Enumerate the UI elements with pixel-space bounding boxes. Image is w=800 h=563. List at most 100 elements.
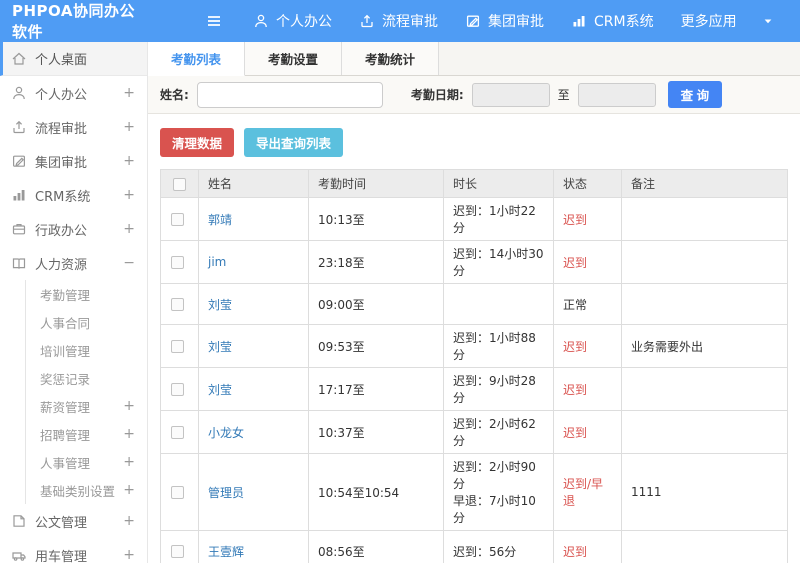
clean-data-button[interactable]: 清理数据	[160, 128, 235, 157]
sidebar-item-crm-system[interactable]: CRM系统 +	[0, 178, 147, 212]
row-checkbox[interactable]	[171, 426, 184, 439]
name-input[interactable]	[196, 81, 383, 108]
row-checkbox[interactable]	[171, 383, 184, 396]
sidebar-item-document-mgmt[interactable]: 公文管理 +	[0, 504, 147, 538]
date-to-input[interactable]	[577, 82, 656, 107]
expand-icon[interactable]: +	[123, 119, 135, 135]
edit-icon	[11, 153, 27, 169]
employee-name-link[interactable]: 王壹辉	[208, 545, 244, 559]
status-badge: 迟到	[563, 425, 588, 440]
table-row: 小龙女 10:37至 迟到：2小时62分 迟到	[160, 410, 788, 454]
employee-name-link[interactable]: 管理员	[208, 486, 244, 500]
filter-bar: 姓名: 考勤日期: 至 查 询	[148, 76, 800, 114]
flow-icon	[11, 119, 27, 135]
collapse-icon[interactable]: −	[123, 255, 135, 271]
date-from-input[interactable]	[471, 82, 550, 107]
expand-icon[interactable]: +	[123, 153, 135, 169]
employee-name-link[interactable]: 小龙女	[208, 426, 244, 440]
row-checkbox[interactable]	[171, 298, 184, 311]
header-duration: 时长	[443, 169, 554, 198]
sidebar-item-attendance-mgmt[interactable]: 考勤管理	[26, 280, 147, 308]
duration-cell: 迟到：1小时88分	[443, 324, 554, 368]
header-time: 考勤时间	[308, 169, 444, 198]
sidebar-item-reward-punish[interactable]: 奖惩记录	[26, 364, 147, 392]
table-row: jim 23:18至 迟到：14小时30分 迟到	[160, 240, 788, 284]
user-icon	[253, 13, 269, 29]
sidebar-item-salary-mgmt[interactable]: 薪资管理 +	[26, 392, 147, 420]
home-icon	[11, 51, 27, 67]
sidebar-item-workflow-approval[interactable]: 流程审批 +	[0, 110, 147, 144]
sidebar-item-group-approval[interactable]: 集团审批 +	[0, 144, 147, 178]
tab-attendance-stats[interactable]: 考勤统计	[342, 42, 440, 75]
tab-attendance-settings[interactable]: 考勤设置	[245, 42, 343, 75]
nav-more-apps[interactable]: 更多应用	[681, 11, 774, 31]
tab-attendance-list[interactable]: 考勤列表	[148, 42, 246, 76]
sidebar-item-personnel-mgmt[interactable]: 人事管理 +	[26, 448, 147, 476]
sidebar-item-base-category-settings[interactable]: 基础类别设置 +	[26, 476, 147, 504]
export-list-button[interactable]: 导出查询列表	[244, 128, 344, 157]
expand-icon[interactable]: +	[123, 85, 135, 101]
table-row: 郭靖 10:13至 迟到：1小时22分 迟到	[160, 197, 788, 241]
employee-name-link[interactable]: jim	[208, 255, 226, 269]
select-all-checkbox[interactable]	[173, 177, 186, 191]
sidebar-item-personal-office[interactable]: 个人办公 +	[0, 76, 147, 110]
employee-name-link[interactable]: 刘莹	[208, 383, 232, 397]
attendance-table: 姓名 考勤时间 时长 状态 备注 郭靖 10:13至 迟到：1小时22分 迟到	[160, 169, 788, 563]
expand-icon[interactable]: +	[123, 426, 135, 442]
duration-cell: 迟到：2小时90分 早退：7小时10分	[443, 453, 554, 531]
table-row: 刘莹 17:17至 迟到：9小时28分 迟到	[160, 367, 788, 411]
document-icon	[11, 513, 27, 529]
note-cell	[621, 410, 788, 454]
row-checkbox[interactable]	[171, 256, 184, 269]
sidebar-item-personal-desktop[interactable]: 个人桌面	[0, 42, 147, 76]
duration-cell: 迟到：2小时62分	[443, 410, 554, 454]
employee-name-link[interactable]: 郭靖	[208, 213, 232, 227]
nav-crm-system[interactable]: CRM系统	[571, 11, 654, 31]
table-row: 王壹辉 08:56至 迟到：56分 迟到	[160, 530, 788, 563]
sidebar-item-admin-office[interactable]: 行政办公 +	[0, 212, 147, 246]
status-badge: 迟到	[563, 382, 588, 397]
expand-icon[interactable]: +	[123, 547, 135, 563]
note-cell: 业务需要外出	[621, 324, 788, 368]
sidebar-item-hr-contract[interactable]: 人事合同	[26, 308, 147, 336]
search-button[interactable]: 查 询	[667, 81, 723, 108]
expand-icon[interactable]: +	[123, 513, 135, 529]
sidebar-item-training-mgmt[interactable]: 培训管理	[26, 336, 147, 364]
sidebar-item-vehicle-mgmt[interactable]: 用车管理 +	[0, 538, 147, 563]
duration-cell: 迟到：1小时22分	[443, 197, 554, 241]
expand-icon[interactable]: +	[123, 454, 135, 470]
row-checkbox[interactable]	[171, 213, 184, 226]
status-badge: 正常	[563, 297, 588, 312]
expand-icon[interactable]: +	[123, 187, 135, 203]
row-checkbox[interactable]	[171, 340, 184, 353]
bar-chart-icon	[11, 187, 27, 203]
tab-bar: 考勤列表 考勤设置 考勤统计	[148, 42, 800, 76]
employee-name-link[interactable]: 刘莹	[208, 298, 232, 312]
bar-chart-icon	[571, 13, 587, 29]
note-cell	[621, 367, 788, 411]
book-icon	[11, 255, 27, 271]
row-checkbox[interactable]	[171, 545, 184, 558]
header-status: 状态	[553, 169, 622, 198]
top-navigation: 个人办公 流程审批 集团审批 CRM系统 更多应用	[253, 11, 774, 31]
expand-icon[interactable]: +	[123, 398, 135, 414]
note-cell	[621, 197, 788, 241]
expand-icon[interactable]: +	[123, 482, 135, 498]
attendance-time: 10:37至	[308, 410, 444, 454]
nav-group-approval[interactable]: 集团审批	[465, 11, 544, 31]
expand-icon[interactable]: +	[123, 221, 135, 237]
status-badge: 迟到	[563, 212, 588, 227]
sidebar-item-recruit-mgmt[interactable]: 招聘管理 +	[26, 420, 147, 448]
duration-cell	[443, 283, 554, 325]
status-badge: 迟到	[563, 544, 588, 559]
duration-cell: 迟到：14小时30分	[443, 240, 554, 284]
nav-workflow-approval[interactable]: 流程审批	[359, 11, 438, 31]
table-row: 刘莹 09:00至 正常	[160, 283, 788, 325]
row-checkbox[interactable]	[171, 486, 184, 499]
attendance-time: 17:17至	[308, 367, 444, 411]
nav-personal-office[interactable]: 个人办公	[253, 11, 332, 31]
hamburger-menu-icon[interactable]	[205, 13, 223, 29]
employee-name-link[interactable]: 刘莹	[208, 340, 232, 354]
table-row: 刘莹 09:53至 迟到：1小时88分 迟到 业务需要外出	[160, 324, 788, 368]
sidebar-item-human-resources[interactable]: 人力资源 −	[0, 246, 147, 280]
